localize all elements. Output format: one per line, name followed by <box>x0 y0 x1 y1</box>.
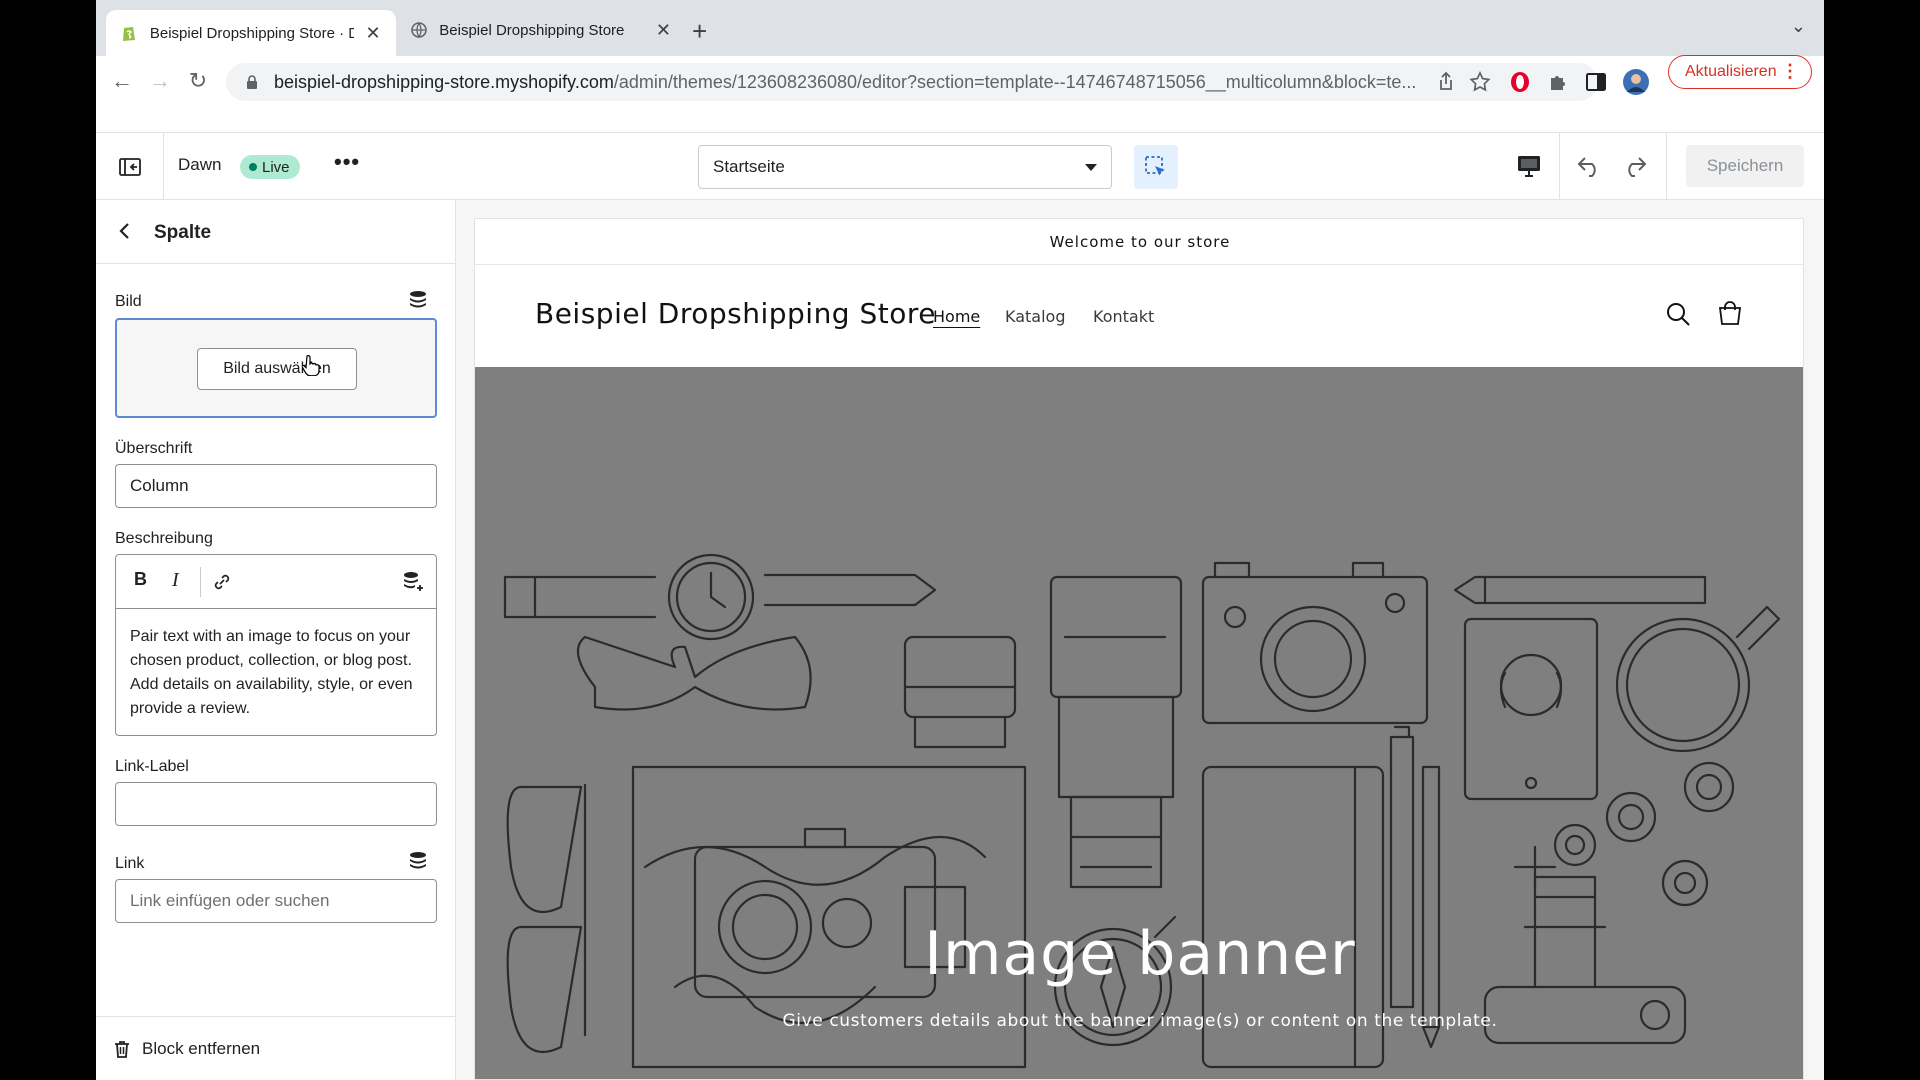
tab-title: Beispiel Dropshipping Store <box>439 21 625 39</box>
inspector-toggle-button[interactable] <box>1134 145 1178 189</box>
tab-title: Beispiel Dropshipping Store · D <box>149 24 355 42</box>
update-label: Aktualisieren <box>1685 63 1777 80</box>
divider <box>1559 133 1560 200</box>
link-label-field-label: Link-Label <box>115 758 189 775</box>
link-label-input[interactable] <box>115 782 437 826</box>
nav-link-home[interactable]: Home <box>933 307 980 326</box>
nav-link-katalog[interactable]: Katalog <box>1005 307 1065 326</box>
close-tab-icon[interactable]: ✕ <box>655 20 672 41</box>
browser-window: Beispiel Dropshipping Store · D ✕ Beispi… <box>96 0 1824 1080</box>
announcement-bar: Welcome to our store <box>475 219 1803 265</box>
inspector-cursor-icon <box>1145 156 1165 176</box>
caret-down-icon <box>1085 164 1097 171</box>
select-image-button[interactable]: Bild auswählen <box>197 348 357 390</box>
nav-link-kontakt[interactable]: Kontakt <box>1093 307 1154 326</box>
live-status-badge: Live <box>240 155 300 179</box>
opera-extension-icon[interactable] <box>1508 70 1532 94</box>
desktop-icon <box>1518 156 1540 177</box>
template-select[interactable]: Startseite <box>698 145 1112 189</box>
forward-arrow-icon[interactable]: → <box>146 68 174 94</box>
dynamic-source-icon[interactable] <box>402 571 424 593</box>
address-bar[interactable]: beispiel-dropshipping-store.myshopify.co… <box>226 63 1598 101</box>
tab-store[interactable]: Beispiel Dropshipping Store ✕ <box>396 10 686 50</box>
dynamic-source-icon[interactable] <box>408 851 428 871</box>
kebab-menu-icon[interactable]: ⋮ <box>1781 61 1799 82</box>
theme-preview: Welcome to our store Beispiel Dropshippi… <box>456 200 1824 1080</box>
remove-block-button[interactable]: Block entfernen <box>114 1039 260 1059</box>
close-tab-icon[interactable]: ✕ <box>364 23 382 44</box>
block-settings-sidebar: Spalte Bild Bild auswählen Überschrift C… <box>96 200 456 1080</box>
share-icon[interactable] <box>1434 70 1458 94</box>
image-picker[interactable]: Bild auswählen <box>115 318 437 418</box>
banner-subtext: Give customers details about the banner … <box>782 1011 1498 1031</box>
shopify-icon <box>120 24 138 42</box>
divider <box>1666 133 1667 200</box>
tab-editor[interactable]: Beispiel Dropshipping Store · D ✕ <box>106 10 396 56</box>
hand-pointer-icon <box>302 355 320 376</box>
back-chevron-icon[interactable] <box>118 222 132 246</box>
trash-icon <box>115 1041 129 1058</box>
tab-search-chevron-icon[interactable]: ⌄ <box>1791 16 1806 37</box>
url-host: beispiel-dropshipping-store.myshopify.co… <box>274 71 614 92</box>
back-arrow-icon[interactable]: ← <box>108 68 136 94</box>
desktop-preview-button[interactable] <box>1516 153 1542 184</box>
redo-button[interactable] <box>1620 153 1648 184</box>
remove-block-label: Block entfernen <box>142 1039 261 1058</box>
side-panel-icon[interactable] <box>1584 70 1608 94</box>
link-icon[interactable] <box>212 572 232 592</box>
redo-icon <box>1628 157 1647 177</box>
banner-heading: Image banner <box>924 919 1356 989</box>
heading-field-label: Überschrift <box>115 440 193 457</box>
description-text[interactable]: Pair text with an image to focus on your… <box>116 609 436 737</box>
description-editor[interactable]: B I Pair text with an image to focus on … <box>115 554 437 736</box>
tab-bar: Beispiel Dropshipping Store · D ✕ Beispi… <box>96 0 1824 56</box>
image-field-label: Bild <box>115 293 142 310</box>
url-path: /admin/themes/123608236080/editor?sectio… <box>613 71 1417 92</box>
store-header: Beispiel Dropshipping Store Home Katalog… <box>475 265 1803 367</box>
cart-icon[interactable] <box>1717 301 1743 327</box>
search-icon[interactable] <box>1665 301 1691 327</box>
save-button[interactable]: Speichern <box>1686 145 1804 187</box>
extensions-puzzle-icon[interactable] <box>1546 70 1570 94</box>
live-label: Live <box>262 158 290 176</box>
undo-button[interactable] <box>1576 153 1604 184</box>
undo-icon <box>1577 157 1596 177</box>
sidebar-footer: Block entfernen <box>96 1016 456 1080</box>
editor-top-bar: Dawn Live ••• Startseite Speichern <box>96 132 1824 200</box>
bookmark-star-icon[interactable] <box>1468 70 1492 94</box>
bold-icon[interactable]: B <box>134 569 147 590</box>
theme-name: Dawn <box>178 155 222 174</box>
toolbar-divider <box>200 567 201 597</box>
sidebar-header: Spalte <box>96 200 456 264</box>
globe-icon <box>410 21 427 39</box>
heading-input[interactable]: Column <box>115 464 437 508</box>
exit-icon <box>118 157 141 176</box>
browser-toolbar: ← → ↻ beispiel-dropshipping-store.myshop… <box>96 56 1824 108</box>
lock-icon <box>247 75 257 89</box>
exit-editor-button[interactable] <box>96 133 164 200</box>
store-preview-frame: Welcome to our store Beispiel Dropshippi… <box>474 218 1804 1080</box>
image-banner[interactable]: Image banner Give customers details abou… <box>475 367 1803 1079</box>
link-field-label: Link <box>115 855 145 872</box>
description-field-label: Beschreibung <box>115 530 213 547</box>
dynamic-source-icon[interactable] <box>408 290 428 310</box>
rich-text-toolbar: B I <box>116 555 436 609</box>
new-tab-icon[interactable]: + <box>692 16 707 47</box>
avatar[interactable] <box>1622 68 1650 96</box>
store-logo-text[interactable]: Beispiel Dropshipping Store <box>535 297 936 330</box>
sidebar-title: Spalte <box>154 222 212 243</box>
update-button[interactable]: Aktualisieren ⋮ <box>1668 55 1812 89</box>
reload-icon[interactable]: ↻ <box>184 68 212 94</box>
more-actions-icon[interactable]: ••• <box>334 149 360 175</box>
link-input[interactable]: Link einfügen oder suchen <box>115 879 437 923</box>
template-select-value: Startseite <box>713 157 785 176</box>
italic-icon[interactable]: I <box>172 569 179 592</box>
